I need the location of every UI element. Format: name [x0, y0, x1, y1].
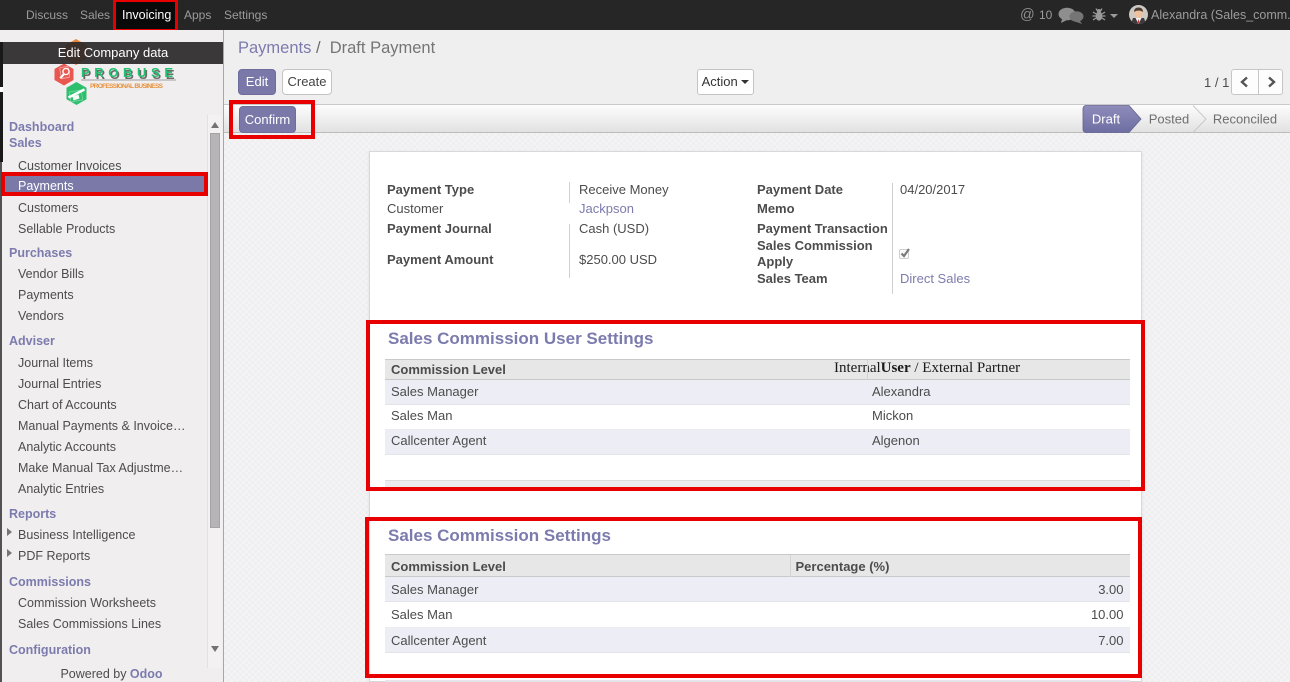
svg-text:PROBUSE: PROBUSE	[81, 65, 173, 80]
svg-text:Draft: Draft	[1092, 111, 1121, 126]
svg-text:PROFESSIONAL BUSINESS: PROFESSIONAL BUSINESS	[90, 83, 164, 90]
svg-text:Reconciled: Reconciled	[1213, 111, 1277, 126]
svg-text:Posted: Posted	[1149, 111, 1189, 126]
